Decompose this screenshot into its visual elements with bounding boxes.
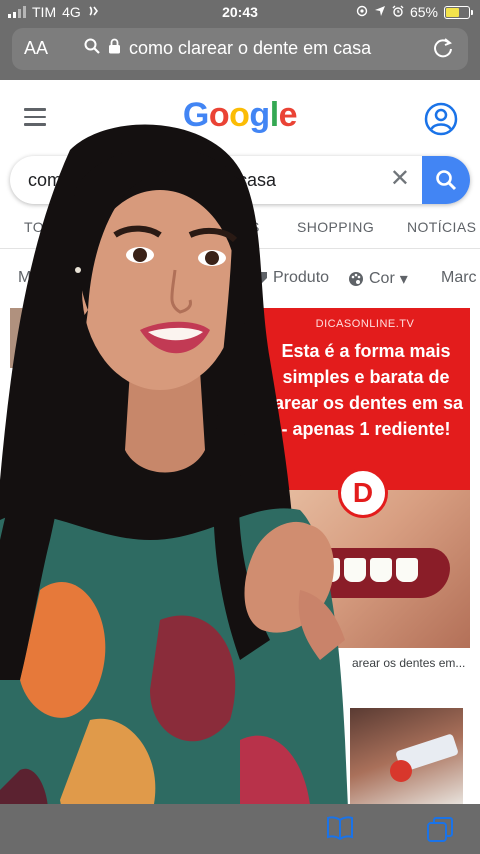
navigation-icon [374, 4, 386, 20]
tabs-icon[interactable] [426, 816, 454, 849]
search-icon [84, 38, 100, 59]
browser-toolbar [0, 804, 480, 854]
account-icon[interactable] [424, 102, 458, 141]
lock-icon [108, 38, 121, 59]
tab-news[interactable]: NOTÍCIAS [407, 219, 476, 235]
url-field[interactable]: AA como clarear o dente em casa [12, 28, 468, 70]
location-icon [356, 4, 368, 20]
chip-brand[interactable]: Marc [441, 269, 477, 287]
alarm-icon [392, 4, 404, 20]
network-type: 4G [62, 4, 81, 20]
reload-icon[interactable] [432, 36, 454, 65]
address-bar: AA como clarear o dente em casa [0, 24, 480, 80]
clear-icon[interactable]: ✕ [390, 166, 410, 192]
status-right: 65% [356, 4, 473, 20]
search-icon [436, 170, 457, 191]
chevron-down-icon: ▾ [399, 271, 408, 288]
battery-level [446, 7, 459, 17]
url-text: como clarear o dente em casa [129, 38, 372, 58]
status-left: TIM 4G [8, 4, 99, 20]
battery-percent: 65% [409, 4, 438, 20]
status-bar: 20:43 TIM 4G 65% [0, 0, 480, 24]
text-size-button[interactable]: AA [24, 38, 48, 59]
signal-icon [8, 6, 26, 18]
presenter-video-overlay [0, 124, 350, 854]
url-display[interactable]: como clarear o dente em casa [84, 38, 371, 59]
battery-icon [444, 5, 473, 19]
bookmarks-icon[interactable] [326, 816, 354, 845]
chip-label: Marc [441, 269, 477, 286]
wifi-calling-icon [87, 4, 99, 20]
search-button[interactable] [422, 156, 470, 204]
carrier: TIM [32, 4, 57, 20]
